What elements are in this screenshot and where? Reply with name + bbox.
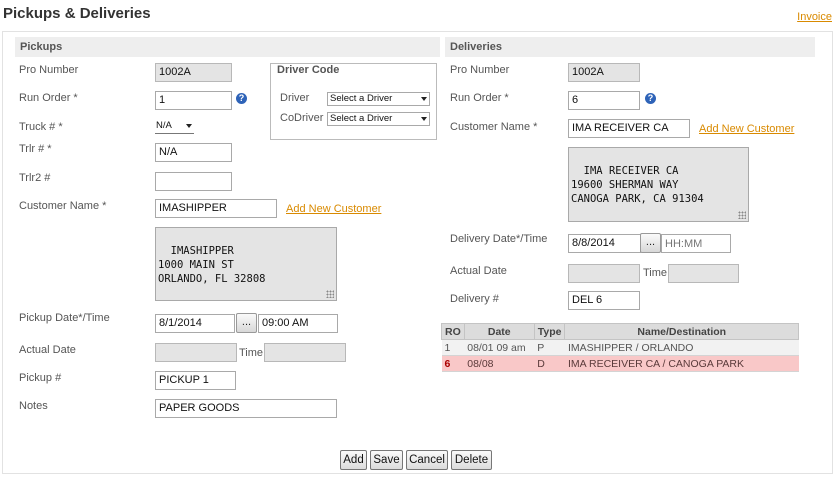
chevron-down-icon xyxy=(421,97,427,101)
deliveries-heading: Deliveries xyxy=(445,37,815,57)
pickup-actual-time-label: Time xyxy=(239,347,264,359)
cell-destination: IMASHIPPER / ORLANDO xyxy=(564,339,799,356)
cell-destination: IMA RECEIVER CA / CANOGA PARK xyxy=(564,355,799,372)
col-header-ro: RO xyxy=(441,323,465,340)
pickup-customer-input[interactable]: IMASHIPPER xyxy=(155,199,277,218)
table-row[interactable]: 1 08/01 09 am P IMASHIPPER / ORLANDO xyxy=(441,339,799,356)
delivery-customer-label: Customer Name * xyxy=(450,121,538,133)
truck-select[interactable]: N/A xyxy=(155,118,194,134)
notes-label: Notes xyxy=(19,400,48,412)
truck-label: Truck # * xyxy=(19,121,63,133)
trlr2-label: Trlr2 # xyxy=(19,172,51,184)
trlr-label: Trlr # * xyxy=(19,143,52,155)
resize-grip-icon[interactable] xyxy=(326,290,334,298)
resize-grip-icon[interactable] xyxy=(738,211,746,219)
delivery-time-input[interactable] xyxy=(661,234,731,253)
cell-ro: 1 xyxy=(441,339,465,356)
pickup-address-text: IMASHIPPER 1000 MAIN ST ORLANDO, FL 3280… xyxy=(158,245,266,285)
delivery-add-customer-link[interactable]: Add New Customer xyxy=(699,123,794,135)
table-header-row: RO Date Type Name/Destination xyxy=(441,323,799,340)
pickups-heading: Pickups xyxy=(15,37,440,57)
driver-select[interactable]: Select a Driver xyxy=(327,92,430,106)
cell-type: P xyxy=(534,339,565,356)
cell-ro: 6 xyxy=(441,355,465,372)
delivery-address-textarea[interactable]: IMA RECEIVER CA 19600 SHERMAN WAY CANOGA… xyxy=(568,147,749,222)
driver-label: Driver xyxy=(280,92,310,104)
table-row-selected[interactable]: 6 08/08 D IMA RECEIVER CA / CANOGA PARK xyxy=(441,355,799,372)
delivery-number-input[interactable]: DEL 6 xyxy=(568,291,640,310)
delivery-datetime-label: Delivery Date*/Time xyxy=(450,233,548,245)
pickup-datetime-label: Pickup Date*/Time xyxy=(19,312,110,324)
driver-select-value: Select a Driver xyxy=(330,93,393,104)
run-order-table: RO Date Type Name/Destination 1 08/01 09… xyxy=(441,323,799,372)
pickup-customer-label: Customer Name * xyxy=(19,200,107,212)
run-order-help-icon[interactable]: ? xyxy=(236,93,247,104)
cell-date: 08/08 xyxy=(464,355,535,372)
col-header-date: Date xyxy=(463,323,535,340)
pickup-number-label: Pickup # xyxy=(19,372,62,384)
pickup-time-input[interactable]: 09:00 AM xyxy=(258,314,338,333)
delivery-number-label: Delivery # xyxy=(450,293,499,305)
delivery-actual-time-input[interactable] xyxy=(668,264,739,283)
pickup-date-picker-button[interactable]: ... xyxy=(236,313,257,333)
delivery-run-order-help-icon[interactable]: ? xyxy=(645,93,656,104)
pickup-run-order-input[interactable]: 1 xyxy=(155,91,232,110)
codriver-label: CoDriver xyxy=(280,112,324,124)
delivery-run-order-label: Run Order * xyxy=(450,92,509,104)
delivery-actual-date-input[interactable] xyxy=(568,264,640,283)
codriver-select[interactable]: Select a Driver xyxy=(327,112,430,126)
delete-button[interactable]: Delete xyxy=(451,450,492,470)
save-button[interactable]: Save xyxy=(370,450,403,470)
delivery-address-text: IMA RECEIVER CA 19600 SHERMAN WAY CANOGA… xyxy=(571,165,704,205)
pickup-date-input[interactable]: 8/1/2014 xyxy=(155,314,235,333)
trlr2-input[interactable] xyxy=(155,172,232,191)
delivery-actual-time-label: Time xyxy=(643,267,668,279)
trlr-input[interactable]: N/A xyxy=(155,143,232,162)
delivery-run-order-input[interactable]: 6 xyxy=(568,91,640,110)
cell-type: D xyxy=(534,355,565,372)
driver-code-legend: Driver Code xyxy=(274,64,343,76)
pickup-number-input[interactable]: PICKUP 1 xyxy=(155,371,236,390)
truck-value: N/A xyxy=(156,120,172,131)
delivery-pro-number-label: Pro Number xyxy=(450,64,510,76)
notes-input[interactable]: PAPER GOODS xyxy=(155,399,337,418)
col-header-name-destination: Name/Destination xyxy=(564,323,799,340)
delivery-actual-date-label: Actual Date xyxy=(450,265,507,277)
delivery-date-picker-button[interactable]: ... xyxy=(640,233,661,253)
pickup-run-order-label: Run Order * xyxy=(19,92,78,104)
pickup-pro-number-label: Pro Number xyxy=(19,64,79,76)
codriver-select-value: Select a Driver xyxy=(330,113,393,124)
pickup-actual-time-input[interactable] xyxy=(264,343,346,362)
page-title: Pickups & Deliveries xyxy=(3,5,151,22)
col-header-type: Type xyxy=(533,323,566,340)
pickup-pro-number-field: 1002A xyxy=(155,63,232,82)
cell-date: 08/01 09 am xyxy=(464,339,535,356)
delivery-pro-number-field: 1002A xyxy=(568,63,640,82)
chevron-down-icon xyxy=(421,117,427,121)
delivery-customer-input[interactable]: IMA RECEIVER CA xyxy=(568,119,690,138)
add-button[interactable]: Add xyxy=(340,450,367,470)
pickup-address-textarea[interactable]: IMASHIPPER 1000 MAIN ST ORLANDO, FL 3280… xyxy=(155,227,337,301)
delivery-date-input[interactable]: 8/8/2014 xyxy=(568,234,641,253)
pickup-actual-date-label: Actual Date xyxy=(19,344,76,356)
pickup-actual-date-input[interactable] xyxy=(155,343,237,362)
chevron-down-icon xyxy=(186,124,192,128)
invoice-link[interactable]: Invoice xyxy=(797,11,832,23)
cancel-button[interactable]: Cancel xyxy=(406,450,448,470)
pickup-add-customer-link[interactable]: Add New Customer xyxy=(286,203,381,215)
